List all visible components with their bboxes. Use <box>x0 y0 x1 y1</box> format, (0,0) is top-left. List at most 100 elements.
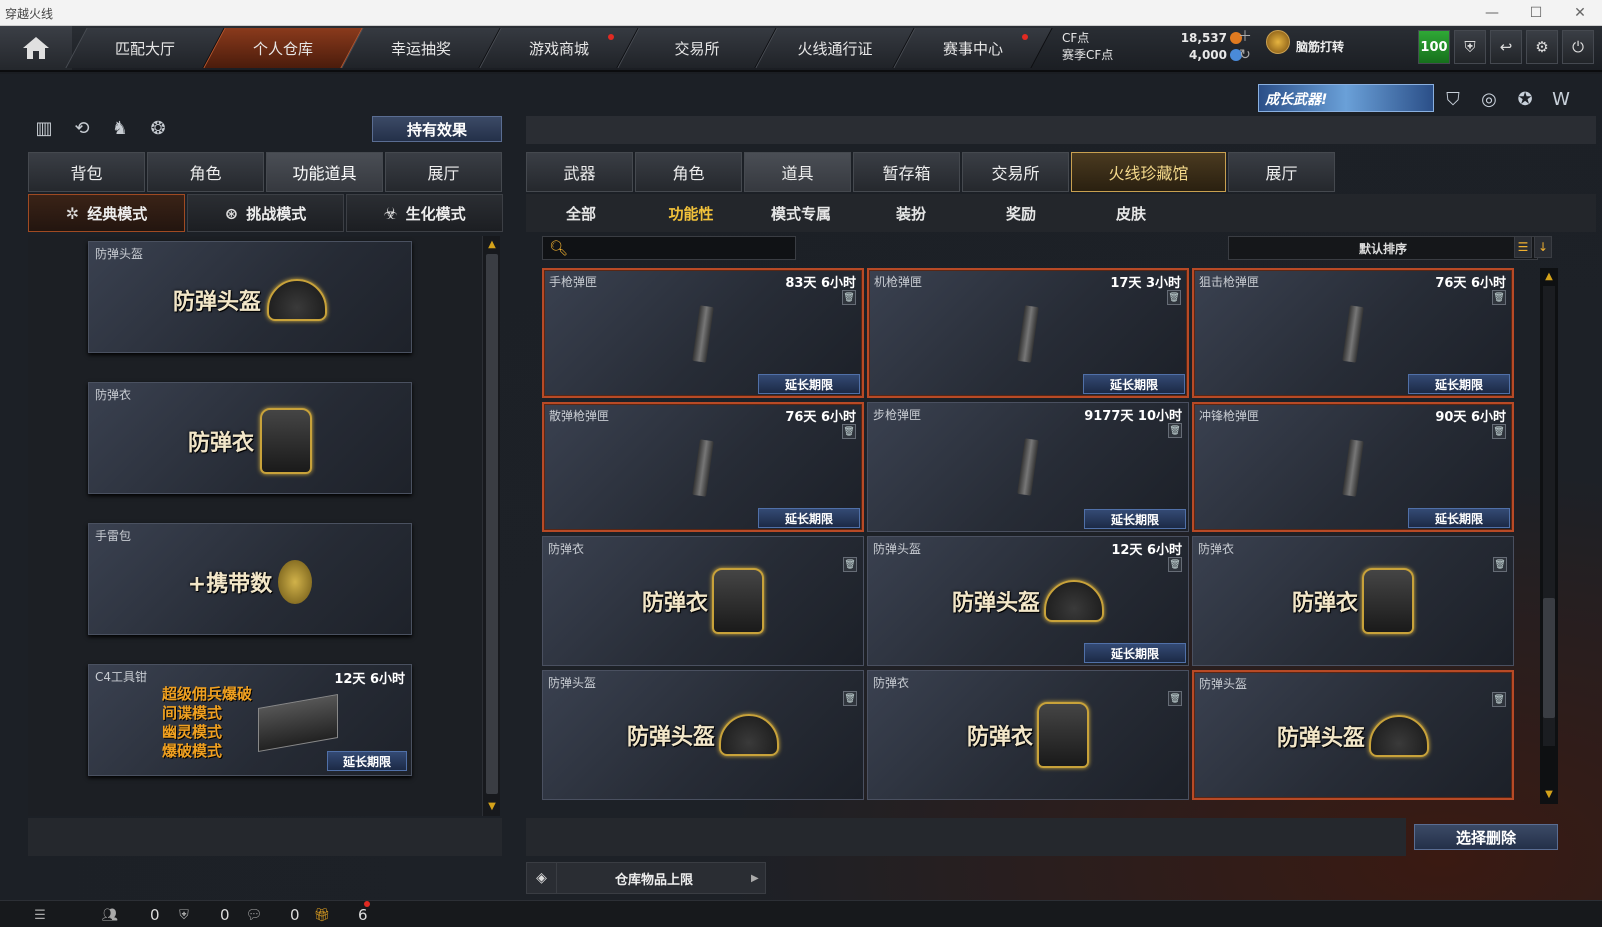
refresh-icon[interactable]: ↻ <box>1238 46 1252 64</box>
select-delete-button[interactable]: 选择删除 <box>1414 824 1558 850</box>
c4-mode-line: 间谍模式 <box>161 704 222 722</box>
maximize-icon[interactable]: ☐ <box>1514 0 1558 26</box>
item-art-text: 防弹头盔 <box>1276 726 1365 751</box>
ranking-icon[interactable]: ▥ <box>32 116 56 140</box>
item-card[interactable]: 防弹衣 🗑︎ 防弹衣 <box>542 536 864 666</box>
scroll-down-icon[interactable]: ▼ <box>1542 788 1556 802</box>
filter-subtab[interactable]: 皮肤 <box>1076 194 1186 232</box>
nav-tab[interactable]: 交易所 <box>628 28 766 68</box>
item-card[interactable]: 冲锋枪弹匣 90天 6小时 🗑︎ 延长期限 <box>1192 402 1514 532</box>
nav-tab[interactable]: 幸运抽奖 <box>352 28 490 68</box>
item-card[interactable]: 防弹头盔 🗑︎ 防弹头盔 <box>1192 670 1514 800</box>
item-card[interactable]: 防弹衣 🗑︎ 防弹衣 <box>1192 536 1514 666</box>
clan-shield-icon[interactable]: ⛨ <box>174 906 194 924</box>
search-input[interactable]: 🔍︎ <box>542 236 796 260</box>
scroll-down-icon[interactable]: ▼ <box>485 800 499 814</box>
mode-tab[interactable]: ☣ 生化模式 <box>346 194 503 232</box>
scroll-up-icon[interactable]: ▲ <box>1542 270 1556 284</box>
shield-icon[interactable]: ⛨ <box>1454 30 1486 64</box>
sort-desc-icon[interactable]: ↓ <box>1534 236 1552 258</box>
emblem-icon[interactable]: ⛉ <box>1440 86 1466 112</box>
badge-icon[interactable]: ✪ <box>1512 86 1538 112</box>
extend-button[interactable]: 延长期限 <box>1084 509 1186 529</box>
item-art-text: 防弹衣 <box>187 431 254 456</box>
rank-badge-icon[interactable] <box>1266 30 1290 54</box>
mode-tab[interactable]: ⊛ 挑战模式 <box>187 194 344 232</box>
character-icon[interactable]: ♞ <box>108 116 132 140</box>
helmet-image <box>267 279 327 321</box>
left-tab[interactable]: 功能道具 <box>266 152 383 192</box>
extend-button[interactable]: 延长期限 <box>1408 374 1510 394</box>
filter-subtab[interactable]: 模式专属 <box>746 194 856 232</box>
warehouse-tab[interactable]: 火线珍藏馆 <box>1071 152 1226 192</box>
gear-icon[interactable]: ⚙ <box>1526 30 1558 64</box>
sort-dropdown[interactable]: 默认排序 <box>1228 236 1538 260</box>
close-icon[interactable]: ✕ <box>1558 0 1602 26</box>
filter-subtab[interactable]: 全部 <box>526 194 636 232</box>
chat-count: 0 <box>290 906 300 924</box>
warehouse-tab[interactable]: 角色 <box>635 152 742 192</box>
extend-button[interactable]: 延长期限 <box>1084 643 1186 663</box>
scroll-thumb[interactable] <box>486 254 498 794</box>
return-icon[interactable]: ↩ <box>1490 30 1522 64</box>
item-card[interactable]: 防弹头盔 🗑︎ 防弹头盔 <box>542 670 864 800</box>
w-logo-icon[interactable]: W <box>1548 86 1574 112</box>
warehouse-tab[interactable]: 展厅 <box>1228 152 1335 192</box>
plus-icon[interactable]: ＋ <box>1238 28 1252 46</box>
bag-icon[interactable]: ❂ <box>146 116 170 140</box>
nav-tab[interactable]: 赛事中心 <box>904 28 1042 68</box>
menu-icon[interactable]: ☰ <box>30 906 50 924</box>
nav-tab[interactable]: 个人仓库 <box>214 28 352 68</box>
item-card[interactable]: 散弹枪弹匣 76天 6小时 🗑︎ 延长期限 <box>542 402 864 532</box>
minimize-icon[interactable]: — <box>1470 0 1514 26</box>
history-icon[interactable]: ⟲ <box>70 116 94 140</box>
extend-button[interactable]: 延长期限 <box>758 508 860 528</box>
left-tab[interactable]: 展厅 <box>385 152 502 192</box>
level-badge[interactable]: 100 <box>1418 30 1450 64</box>
scroll-thumb[interactable] <box>1543 598 1555 718</box>
left-scrollbar[interactable]: ▲ ▼ <box>482 236 500 816</box>
filter-subtab[interactable]: 装扮 <box>856 194 966 232</box>
warehouse-tab[interactable]: 道具 <box>744 152 851 192</box>
item-art <box>1194 286 1512 382</box>
item-card[interactable]: 手枪弹匣 83天 6小时 🗑︎ 延长期限 <box>542 268 864 398</box>
item-card[interactable]: 防弹衣 🗑︎ 防弹衣 <box>867 670 1189 800</box>
extend-button[interactable]: 延长期限 <box>758 374 860 394</box>
nav-tab[interactable]: 匹配大厅 <box>76 28 214 68</box>
warehouse-tab[interactable]: 交易所 <box>962 152 1069 192</box>
list-view-icon[interactable]: ☰ <box>1514 236 1532 258</box>
gift-icon[interactable]: 🎁︎ <box>312 906 332 924</box>
left-item-card[interactable]: 防弹衣 防弹衣 <box>88 382 412 494</box>
filter-subtab[interactable]: 奖励 <box>966 194 1076 232</box>
growth-weapon-banner[interactable]: 成长武器! <box>1258 84 1434 112</box>
chat-icon[interactable]: 💬︎ <box>244 906 264 924</box>
item-card[interactable]: 机枪弹匣 17天 3小时 🗑︎ 延长期限 <box>867 268 1189 398</box>
warehouse-tab[interactable]: 暂存箱 <box>853 152 960 192</box>
left-item-card[interactable]: 防弹头盔 防弹头盔 <box>88 241 412 353</box>
extend-button[interactable]: 延长期限 <box>1408 508 1510 528</box>
left-item-card[interactable]: 手雷包 +携带数 <box>88 523 412 635</box>
holding-effect-button[interactable]: 持有效果 <box>372 116 502 142</box>
home-button[interactable] <box>0 26 72 70</box>
item-card[interactable]: 狙击枪弹匣 76天 6小时 🗑︎ 延长期限 <box>1192 268 1514 398</box>
nav-tab[interactable]: 游戏商城 <box>490 28 628 68</box>
right-scrollbar[interactable]: ▲ ▼ <box>1540 268 1558 804</box>
left-tab[interactable]: 角色 <box>147 152 264 192</box>
item-art-text: 防弹头盔 <box>951 591 1040 616</box>
item-card[interactable]: 步枪弹匣 9177天 10小时 🗑︎ 延长期限 <box>867 402 1189 532</box>
scroll-up-icon[interactable]: ▲ <box>485 238 499 252</box>
power-icon[interactable]: ⏻ <box>1562 30 1594 64</box>
nav-tab[interactable]: 火线通行证 <box>766 28 904 68</box>
filter-subtab[interactable]: 功能性 <box>636 194 746 232</box>
item-art: 防弹衣 <box>1193 553 1513 649</box>
warehouse-tab[interactable]: 武器 <box>526 152 633 192</box>
left-tab[interactable]: 背包 <box>28 152 145 192</box>
left-item-card[interactable]: C4工具钳 12天 6小时 超级佣兵爆破 间谍模式 幽灵模式 爆破模式 延长期限 <box>88 664 412 776</box>
globe-icon[interactable]: ◎ <box>1476 86 1502 112</box>
item-card[interactable]: 防弹头盔 12天 6小时 🗑︎ 防弹头盔 延长期限 <box>867 536 1189 666</box>
extend-button[interactable]: 延长期限 <box>1083 374 1185 394</box>
storage-limit-button[interactable]: ◈ 仓库物品上限 ▶ <box>526 862 766 894</box>
friends-icon[interactable]: 👥︎ <box>100 906 120 924</box>
mode-tab[interactable]: ✲ 经典模式 <box>28 194 185 232</box>
extend-button[interactable]: 延长期限 <box>327 751 407 771</box>
